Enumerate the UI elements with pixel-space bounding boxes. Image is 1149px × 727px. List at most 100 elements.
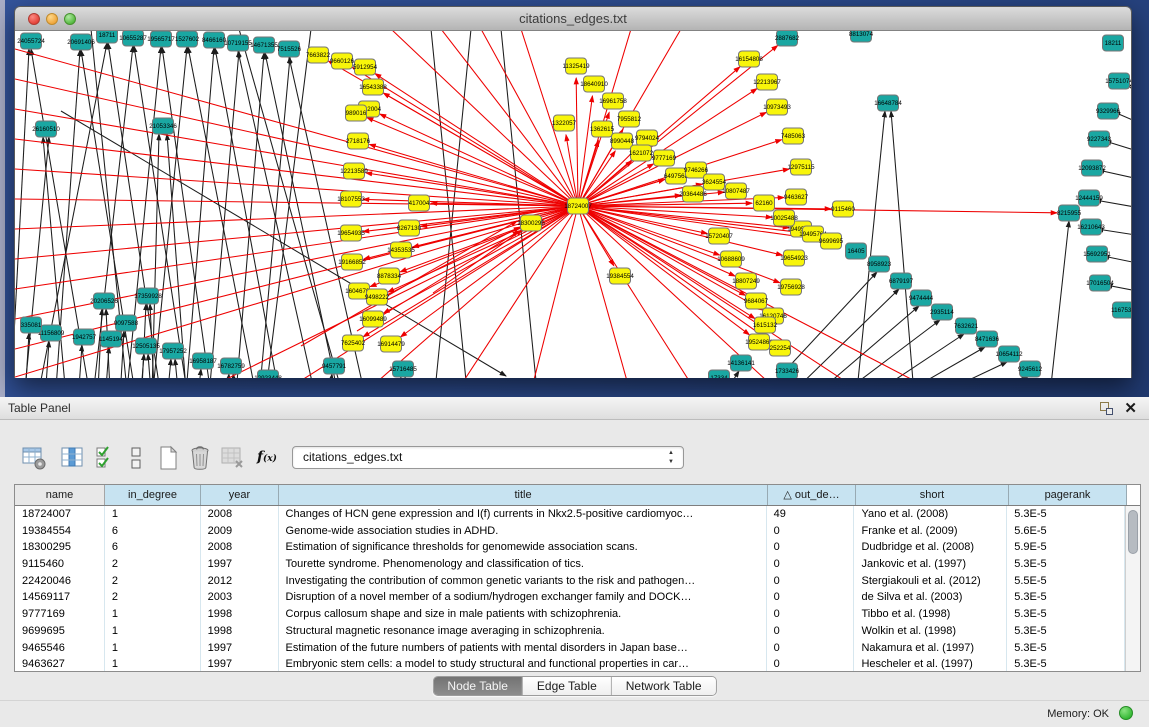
graph-node[interactable]: 16958187 bbox=[189, 353, 217, 369]
table-row[interactable]: 1872400712008Changes of HCN gene express… bbox=[15, 506, 1125, 523]
graph-node[interactable]: 16543388 bbox=[359, 79, 387, 95]
column-header-name[interactable]: name bbox=[15, 485, 105, 505]
graph-node[interactable]: 9498222 bbox=[365, 289, 390, 305]
graph-node[interactable]: 10719155 bbox=[224, 35, 252, 51]
graph-node[interactable]: 6879197 bbox=[889, 273, 914, 289]
memory-status-indicator[interactable] bbox=[1119, 706, 1133, 720]
table-row[interactable]: 946362711997Embryonic stem cells: a mode… bbox=[15, 656, 1125, 671]
graph-node[interactable]: 9684067 bbox=[744, 293, 769, 309]
graph-node[interactable]: 1733426 bbox=[775, 363, 800, 378]
column-header-short[interactable]: short bbox=[856, 485, 1009, 505]
graph-node[interactable]: 17016504 bbox=[1086, 275, 1114, 291]
column-header-out_de[interactable]: △ out_de… bbox=[768, 485, 856, 505]
graph-node[interactable]: 11325419 bbox=[562, 58, 590, 74]
graph-node[interactable]: 19565717 bbox=[147, 31, 175, 47]
table-row[interactable]: 946554611997Estimation of the future num… bbox=[15, 640, 1125, 657]
graph-node[interactable]: 9777169 bbox=[652, 150, 677, 166]
graph-node[interactable]: 9463627 bbox=[784, 189, 809, 205]
graph-node[interactable]: 17334 bbox=[709, 370, 730, 378]
graph-node[interactable]: 9699695 bbox=[819, 233, 844, 249]
trash-icon[interactable] bbox=[186, 444, 214, 472]
tab-network-table[interactable]: Network Table bbox=[612, 677, 716, 695]
table-row[interactable]: 1456911722003Disruption of a novel membe… bbox=[15, 589, 1125, 606]
graph-node[interactable]: 10688609 bbox=[717, 251, 745, 267]
graph-node[interactable]: 19384554 bbox=[606, 268, 634, 284]
graph-node[interactable]: 20206526 bbox=[90, 293, 118, 309]
graph-node[interactable]: 14353535 bbox=[387, 242, 415, 258]
graph-node[interactable]: 12213589 bbox=[340, 163, 368, 179]
graph-node[interactable]: 8958923 bbox=[867, 256, 892, 272]
column-header-year[interactable]: year bbox=[201, 485, 279, 505]
tab-edge-table[interactable]: Edge Table bbox=[523, 677, 612, 695]
graph-node[interactable]: 18724007 bbox=[564, 198, 592, 214]
graph-node[interactable]: 2887682 bbox=[775, 31, 800, 46]
graph-node[interactable]: 1615132 bbox=[753, 317, 778, 333]
graph-node[interactable]: 12975115 bbox=[787, 159, 815, 175]
graph-node[interactable]: 24055724 bbox=[17, 33, 45, 49]
graph-node[interactable]: 9794024 bbox=[635, 130, 660, 146]
graph-node[interactable]: 1167533 bbox=[1111, 302, 1131, 318]
column-header-title[interactable]: title bbox=[279, 485, 768, 505]
graph-node[interactable]: 19654935 bbox=[337, 225, 365, 241]
graph-node[interactable]: 16914479 bbox=[377, 336, 405, 352]
graph-node[interactable]: 1322057 bbox=[552, 115, 577, 131]
tab-node-table[interactable]: Node Table bbox=[433, 677, 523, 695]
graph-node[interactable]: 8813074 bbox=[849, 31, 874, 42]
graph-node[interactable]: 12093872 bbox=[1078, 160, 1106, 176]
float-panel-icon[interactable] bbox=[1100, 402, 1113, 415]
graph-node[interactable]: 12213967 bbox=[753, 74, 781, 90]
graph-node[interactable]: 335081 bbox=[21, 317, 42, 333]
graph-node[interactable]: 15692951 bbox=[1083, 246, 1111, 262]
graph-node[interactable]: 9245612 bbox=[1018, 361, 1043, 377]
graph-node[interactable]: 16154808 bbox=[735, 51, 763, 67]
graph-node[interactable]: 15716485 bbox=[389, 361, 417, 377]
graph-node[interactable]: 252254 bbox=[770, 340, 791, 356]
graph-node[interactable]: 18711 bbox=[97, 31, 118, 43]
graph-node[interactable]: 16099489 bbox=[359, 311, 387, 327]
graph-node[interactable]: 14671355 bbox=[250, 37, 278, 53]
graph-node[interactable]: 9115460 bbox=[831, 201, 855, 217]
graph-node[interactable]: 15751074 bbox=[1105, 73, 1131, 89]
table-column-icon[interactable] bbox=[58, 444, 86, 472]
graph-node[interactable]: 8267130 bbox=[397, 220, 422, 236]
graph-node[interactable]: 20691406 bbox=[67, 34, 95, 50]
graph-node[interactable]: 8466160 bbox=[202, 32, 227, 48]
graph-node[interactable]: 12444159 bbox=[1075, 190, 1103, 206]
graph-node[interactable]: 9457791 bbox=[322, 358, 347, 374]
graph-node[interactable]: 19756928 bbox=[777, 279, 805, 295]
column-header-in_degree[interactable]: in_degree bbox=[105, 485, 201, 505]
graph-node[interactable]: 7663822 bbox=[306, 47, 331, 63]
table-row[interactable]: 2242004622012Investigating the contribut… bbox=[15, 573, 1125, 590]
graph-node[interactable]: 1621072 bbox=[629, 145, 654, 161]
new-file-icon[interactable] bbox=[154, 444, 182, 472]
graph-node[interactable]: 19166852 bbox=[338, 254, 366, 270]
graph-node[interactable]: 10655287 bbox=[119, 31, 147, 46]
graph-node[interactable]: 7625402 bbox=[341, 335, 366, 351]
graph-node[interactable]: 14136141 bbox=[727, 355, 755, 371]
graph-node[interactable]: 18300295 bbox=[517, 215, 545, 231]
table-row[interactable]: 1830029562008Estimation of significance … bbox=[15, 539, 1125, 556]
graph-node[interactable]: 417004 bbox=[409, 195, 430, 211]
table-row[interactable]: 1938455462009Genome-wide association stu… bbox=[15, 523, 1125, 540]
graph-node[interactable]: 18807249 bbox=[732, 273, 760, 289]
table-row[interactable]: 977716911998Corpus callosum shape and si… bbox=[15, 606, 1125, 623]
graph-node[interactable]: 16961758 bbox=[599, 93, 627, 109]
graph-node[interactable]: 2935114 bbox=[930, 304, 954, 320]
graph-node[interactable]: 10973493 bbox=[763, 99, 791, 115]
graph-node[interactable]: 16405 bbox=[846, 243, 867, 259]
graph-node[interactable]: 17359928 bbox=[134, 288, 162, 304]
citation-network-graph[interactable]: 2405572420691406187111065528719565717152… bbox=[15, 31, 1131, 378]
graph-node[interactable]: 7955812 bbox=[617, 111, 642, 127]
graph-node[interactable]: 989016 bbox=[346, 105, 367, 121]
graph-node[interactable]: 10807487 bbox=[722, 183, 750, 199]
table-scrollbar-thumb[interactable] bbox=[1128, 510, 1138, 554]
table-row[interactable]: 969969511998Structural magnetic resonanc… bbox=[15, 623, 1125, 640]
network-canvas[interactable]: 2405572420691406187111065528719565717152… bbox=[15, 31, 1131, 378]
row-height-icon[interactable] bbox=[122, 444, 150, 472]
function-builder-icon[interactable]: f(x) bbox=[257, 449, 277, 465]
graph-node[interactable]: 1145194 bbox=[99, 331, 123, 347]
graph-node[interactable]: 8471636 bbox=[975, 331, 1000, 347]
graph-node[interactable]: 18211 bbox=[1103, 35, 1124, 51]
combobox-spinner-icon[interactable]: ▲▼ bbox=[668, 449, 674, 467]
graph-node[interactable]: 16210643 bbox=[1077, 219, 1105, 235]
